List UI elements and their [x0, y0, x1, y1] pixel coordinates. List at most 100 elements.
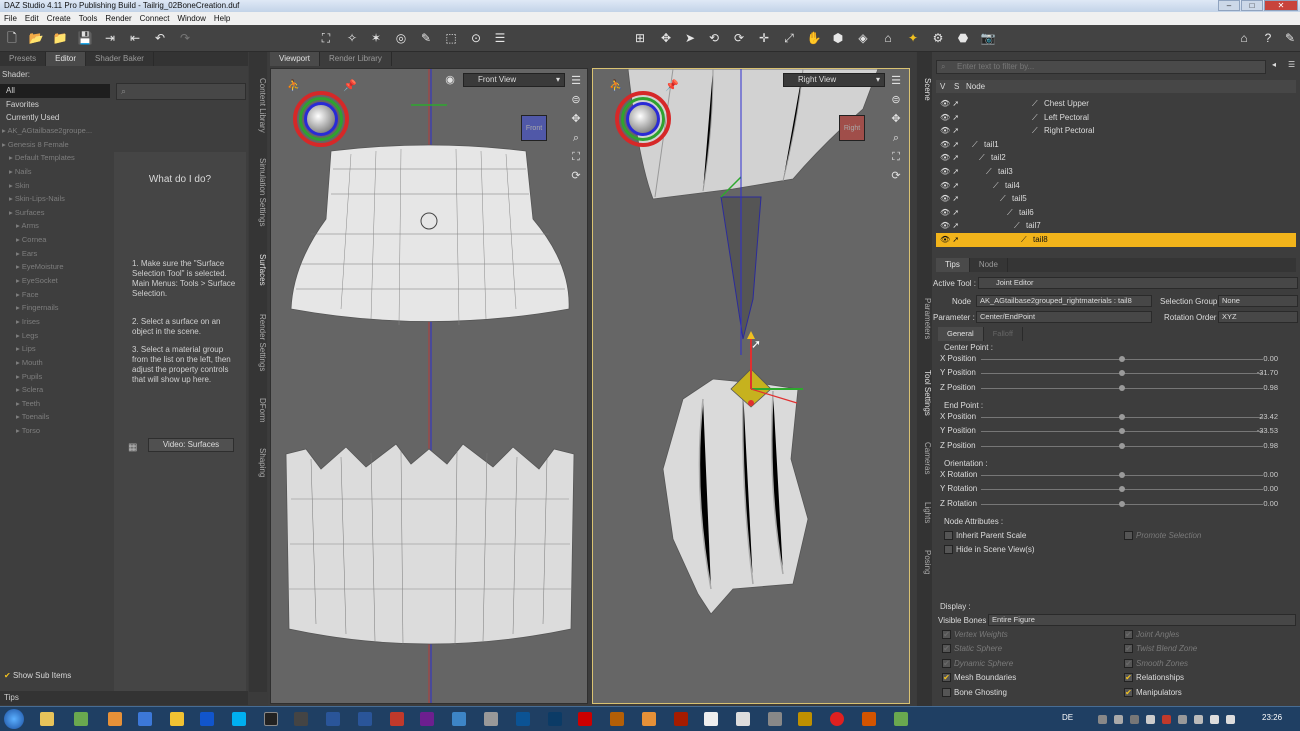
filter-all[interactable]: All — [0, 84, 110, 98]
slider-value[interactable]: 0.00 — [1248, 354, 1278, 363]
scene-row[interactable]: 👁 ➚ ⟋ tail1 — [936, 138, 1296, 152]
side-tab-posing[interactable]: Posing — [917, 550, 932, 574]
slider-value[interactable]: -33.53 — [1248, 426, 1278, 435]
surface-tree-item[interactable]: ▸ Pupils — [0, 370, 110, 384]
side-tab-parameters[interactable]: Parameters — [917, 298, 932, 339]
scene-row[interactable]: 👁 ➚ ⟋ Chest Upper — [936, 97, 1296, 111]
open-file-icon[interactable]: 📂 — [28, 30, 44, 46]
parameter-dropdown[interactable]: Center/EndPoint — [976, 311, 1152, 323]
slider-knob[interactable] — [1119, 443, 1125, 449]
app-icon-7[interactable] — [390, 712, 404, 726]
app-icon-4[interactable] — [294, 712, 308, 726]
parameter-slider[interactable] — [981, 428, 1263, 434]
import-icon[interactable]: ⇥ — [102, 30, 118, 46]
viewport-menu-icon[interactable]: ☰ — [569, 74, 583, 88]
visibility-eye-icon[interactable]: 👁 ➚ — [940, 97, 959, 111]
slider-knob[interactable] — [1119, 472, 1125, 478]
surface-tree-item[interactable]: ▸ Irises — [0, 315, 110, 329]
render-icon[interactable]: 📷 — [980, 30, 996, 46]
col-visible[interactable]: V — [940, 80, 945, 93]
pan-icon-right[interactable]: ✥ — [889, 112, 903, 126]
export-icon[interactable]: ⇤ — [127, 30, 143, 46]
app-icon-17[interactable] — [768, 712, 782, 726]
tab-editor[interactable]: Editor — [46, 52, 87, 66]
side-tab-cameras[interactable]: Cameras — [917, 442, 932, 474]
visibility-eye-icon[interactable]: 👁 ➚ — [940, 124, 959, 138]
app-icon-1[interactable] — [74, 712, 88, 726]
app-icon-15[interactable] — [704, 712, 718, 726]
minimize-button[interactable]: – — [1218, 0, 1240, 11]
translate-tool-icon[interactable]: ✛ — [756, 30, 772, 46]
figure-tool-icon[interactable]: ⛶ — [318, 30, 334, 46]
app-icon-11[interactable] — [516, 712, 530, 726]
active-tool-dropdown[interactable]: Joint Editor — [978, 277, 1298, 289]
tab-node[interactable]: Node — [970, 258, 1008, 272]
slider-value[interactable]: 0.00 — [1248, 484, 1278, 493]
slider-value[interactable]: 0.00 — [1248, 470, 1278, 479]
side-tab-dform[interactable]: DForm — [249, 398, 267, 422]
display-checkbox[interactable]: ✔ — [942, 658, 951, 668]
scene-menu-icon[interactable]: ☰ — [1288, 60, 1295, 69]
parameter-slider[interactable] — [981, 443, 1263, 449]
slider-value[interactable]: -31.70 — [1248, 368, 1278, 377]
maximize-button[interactable]: □ — [1241, 0, 1263, 11]
grid-icon[interactable]: ⊞ — [632, 30, 648, 46]
tray-icon-4[interactable] — [1146, 715, 1155, 724]
right-view-dropdown[interactable]: Right View ▾ — [783, 73, 885, 87]
parameter-slider[interactable] — [981, 385, 1263, 391]
surface-tree-item[interactable]: ▸ Ears — [0, 247, 110, 261]
zoom-icon-right[interactable]: ⌕ — [889, 131, 903, 145]
slider-value[interactable]: 0.00 — [1248, 499, 1278, 508]
surface-tree-item[interactable]: ▸ Genesis 8 Female — [0, 138, 110, 152]
save-icon[interactable]: 💾 — [77, 30, 93, 46]
side-tab-simulation-settings[interactable]: Simulation Settings — [249, 158, 267, 226]
geometry-tool-icon[interactable]: ◈ — [855, 30, 871, 46]
visibility-eye-icon[interactable]: 👁 ➚ — [940, 111, 959, 125]
right-viewport[interactable]: ⛹ 📌 Right View ▾ ☰ Right ⊜ ✥ ⌕ ⛶ ⟳ ➚ — [592, 68, 910, 704]
frame-icon-right[interactable]: ⛶ — [889, 150, 903, 164]
parameter-slider[interactable] — [981, 356, 1263, 362]
frame-icon[interactable]: ⛶ — [569, 150, 583, 164]
app-icon-6[interactable] — [358, 712, 372, 726]
home-icon[interactable]: ⌂ — [1236, 30, 1252, 46]
surface-search-input[interactable]: ⌕ — [116, 83, 246, 100]
app-icon-10[interactable] — [484, 712, 498, 726]
display-checkbox[interactable]: ✔ — [1124, 644, 1133, 654]
promote-selection-checkbox[interactable] — [1124, 531, 1133, 540]
side-tab-content-library[interactable]: Content Library — [249, 78, 267, 133]
side-tab-lights[interactable]: Lights — [917, 502, 932, 523]
menu-edit[interactable]: Edit — [25, 12, 39, 25]
slider-knob[interactable] — [1119, 356, 1125, 362]
surface-tree-item[interactable]: ▸ AK_AGtailbase2groupe... — [0, 124, 110, 138]
new-file-icon[interactable]: 🗋 — [4, 30, 20, 46]
hide-in-scene-checkbox[interactable] — [944, 545, 953, 554]
app-icon-16[interactable] — [736, 712, 750, 726]
skype-icon[interactable] — [232, 712, 246, 726]
left-tips-tab[interactable]: Tips — [0, 691, 248, 705]
spot-render-icon[interactable]: ◎ — [393, 30, 409, 46]
scene-row[interactable]: 👁 ➚ ⟋ tail5 — [936, 192, 1296, 206]
app-icon-18[interactable] — [798, 712, 812, 726]
side-tab-render-settings[interactable]: Render Settings — [249, 314, 267, 371]
transform-icon[interactable]: ⬢ — [830, 30, 846, 46]
help-icon[interactable]: ? — [1260, 30, 1276, 46]
surface-tree-item[interactable]: ▸ Torso — [0, 424, 110, 438]
surface-tree-item[interactable]: ▸ Sclera — [0, 383, 110, 397]
tray-icon-3[interactable] — [1130, 715, 1139, 724]
app-icon-9[interactable] — [452, 712, 466, 726]
slider-knob[interactable] — [1119, 385, 1125, 391]
slider-knob[interactable] — [1119, 428, 1125, 434]
display-checkbox[interactable] — [942, 687, 951, 697]
pan-icon[interactable]: ✥ — [569, 112, 583, 126]
language-indicator[interactable]: DE — [1062, 713, 1073, 722]
scene-filter-input[interactable]: ⌕ Enter text to filter by... — [936, 60, 1266, 74]
parameter-slider[interactable] — [981, 370, 1263, 376]
photoshop-icon[interactable] — [548, 712, 562, 726]
slider-knob[interactable] — [1119, 501, 1125, 507]
parameter-slider[interactable] — [981, 472, 1263, 478]
surface-tree-item[interactable]: ▸ Lips — [0, 342, 110, 356]
menu-create[interactable]: Create — [47, 12, 71, 25]
node-weight-icon[interactable]: ✶ — [368, 30, 384, 46]
app-icon-5[interactable] — [326, 712, 340, 726]
orbit-icon-right[interactable]: ⊜ — [889, 93, 903, 107]
